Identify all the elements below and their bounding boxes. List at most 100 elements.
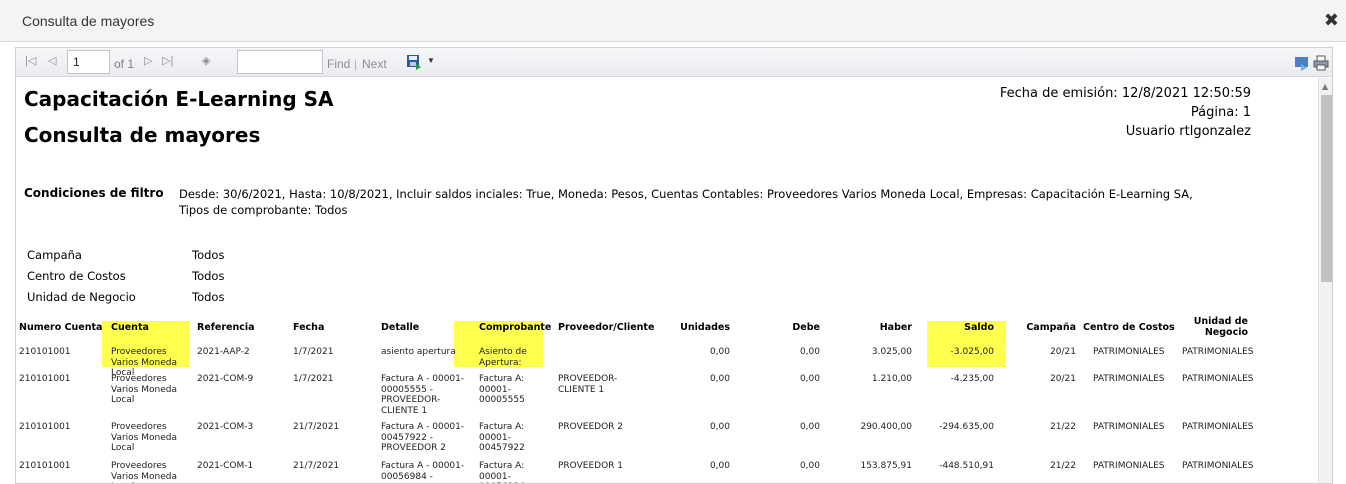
cell-proveedor: PROVEEDOR 1 <box>558 461 623 471</box>
dialog-title: Consulta de mayores <box>22 13 155 29</box>
report-toolbar: |◁ ◁ of 1 ▷ ▷| ◈ Find | Next ▼ <box>16 48 1332 77</box>
header-unidad-negocio: Unidad de Negocio <box>1193 316 1248 338</box>
cell-saldo: -3.025,00 <box>950 347 994 357</box>
print-icon[interactable] <box>1313 55 1329 71</box>
cell-unidad-negocio: PATRIMONIALES <box>1182 422 1254 432</box>
cell-fecha: 1/7/2021 <box>293 347 334 357</box>
page-number-input[interactable] <box>67 50 110 74</box>
cell-unidad-negocio: PATRIMONIALES <box>1182 461 1254 471</box>
dimension-label: Centro de Costos <box>27 269 126 283</box>
cell-unidades: 0,00 <box>709 422 730 432</box>
header-numero-cuenta: Numero Cuenta <box>19 322 103 333</box>
cell-haber: 153.875,91 <box>860 461 912 471</box>
header-debe: Debe <box>792 322 820 333</box>
next-page-icon[interactable]: ▷ <box>144 55 152 67</box>
cell-referencia: 2021-AAP-2 <box>197 347 250 357</box>
filter-label: Condiciones de filtro <box>24 186 164 200</box>
cell-cuenta: Proveedores Varios Moneda Local <box>111 461 177 483</box>
export-dropdown-icon[interactable]: ▼ <box>427 56 435 65</box>
cell-haber: 3.025,00 <box>871 347 912 357</box>
find-link[interactable]: Find <box>327 57 350 71</box>
export-save-icon[interactable] <box>406 54 422 70</box>
header-campana: Campaña <box>1026 322 1076 333</box>
cell-comprobante: Factura A: 00001-00005555 <box>479 374 525 405</box>
cell-debe: 0,00 <box>799 461 820 471</box>
cell-numero-cuenta: 210101001 <box>19 461 71 471</box>
cell-cuenta: Proveedores Varios Moneda Local <box>111 374 177 405</box>
cell-haber: 290.400,00 <box>860 422 912 432</box>
cell-numero-cuenta: 210101001 <box>19 347 71 357</box>
cell-referencia: 2021-COM-3 <box>197 422 254 432</box>
cell-numero-cuenta: 210101001 <box>19 374 71 384</box>
cell-proveedor: PROVEEDOR 2 <box>558 422 623 432</box>
cell-saldo: -294.635,00 <box>939 422 994 432</box>
cell-detalle: Factura A - 00001-00005555 - PROVEEDOR-C… <box>381 374 465 416</box>
header-referencia: Referencia <box>197 322 255 333</box>
cell-saldo: -4.235,00 <box>950 374 994 384</box>
cell-proveedor: PROVEEDOR-CLIENTE 1 <box>558 374 618 395</box>
emission-date: Fecha de emisión: 12/8/2021 12:50:59 <box>999 86 1251 101</box>
dimension-value: Todos <box>192 269 225 283</box>
cell-debe: 0,00 <box>799 347 820 357</box>
cell-fecha: 21/7/2021 <box>293 422 340 432</box>
cell-campana: 20/21 <box>1050 374 1076 384</box>
header-unidades: Unidades <box>680 322 730 333</box>
cell-centro-costos: PATRIMONIALES <box>1093 347 1165 357</box>
cell-debe: 0,00 <box>799 422 820 432</box>
vertical-scrollbar[interactable]: ▲ <box>1318 78 1332 483</box>
scroll-up-icon[interactable]: ▲ <box>1322 82 1328 91</box>
cell-unidad-negocio: PATRIMONIALES <box>1182 374 1254 384</box>
report-viewer: |◁ ◁ of 1 ▷ ▷| ◈ Find | Next ▼ Capacitac… <box>15 47 1333 484</box>
dimension-value: Todos <box>192 290 225 304</box>
find-input[interactable] <box>237 50 323 74</box>
cell-detalle: Factura A - 00001-00457922 - PROVEEDOR 2 <box>381 422 465 453</box>
header-centro-costos: Centro de Costos <box>1083 322 1175 333</box>
cell-centro-costos: PATRIMONIALES <box>1093 422 1165 432</box>
previous-page-icon[interactable]: ◁ <box>48 55 56 67</box>
header-detalle: Detalle <box>381 322 420 333</box>
report-meta: Fecha de emisión: 12/8/2021 12:50:59 Pág… <box>1000 84 1251 141</box>
page-number-label: Página: 1 <box>1190 105 1251 120</box>
close-icon[interactable]: ✖ <box>1324 12 1339 30</box>
cell-referencia: 2021-COM-1 <box>197 461 254 471</box>
dimension-label: Unidad de Negocio <box>27 290 136 304</box>
toolbar-separator: | <box>354 57 358 71</box>
last-page-icon[interactable]: ▷| <box>162 55 173 67</box>
filter-text: Desde: 30/6/2021, Hasta: 10/8/2021, Incl… <box>179 187 1193 217</box>
header-comprobante: Comprobante <box>479 322 552 333</box>
cell-campana: 20/21 <box>1050 347 1076 357</box>
cell-referencia: 2021-COM-9 <box>197 374 254 384</box>
user-label: Usuario rtlgonzalez <box>1125 124 1251 139</box>
cell-detalle: Factura A - 00001-00056984 - <box>381 461 465 482</box>
company-name: Capacitación E-Learning SA <box>24 87 334 111</box>
cell-numero-cuenta: 210101001 <box>19 422 71 432</box>
first-page-icon[interactable]: |◁ <box>25 55 36 67</box>
report-title: Consulta de mayores <box>24 123 261 147</box>
cell-campana: 21/22 <box>1050 461 1076 471</box>
header-fecha: Fecha <box>293 322 325 333</box>
cell-comprobante: Factura A: 00001-00056984 <box>479 461 525 483</box>
cell-centro-costos: PATRIMONIALES <box>1093 461 1165 471</box>
cell-unidad-negocio: PATRIMONIALES <box>1182 347 1254 357</box>
report-page: Capacitación E-Learning SA Consulta de m… <box>16 78 1316 483</box>
cell-unidades: 0,00 <box>709 347 730 357</box>
cell-unidades: 0,00 <box>709 374 730 384</box>
cell-fecha: 1/7/2021 <box>293 374 334 384</box>
cell-comprobante: Asiento de Apertura: <box>479 347 527 368</box>
data-feed-icon[interactable] <box>1294 55 1310 71</box>
scrollbar-thumb[interactable] <box>1321 95 1332 282</box>
cell-centro-costos: PATRIMONIALES <box>1093 374 1165 384</box>
find-next-link[interactable]: Next <box>362 57 387 71</box>
cell-haber: 1.210,00 <box>871 374 912 384</box>
dimension-value: Todos <box>192 248 225 262</box>
header-saldo: Saldo <box>964 322 994 333</box>
header-haber: Haber <box>879 322 912 333</box>
cell-debe: 0,00 <box>799 374 820 384</box>
back-to-parent-icon[interactable]: ◈ <box>202 55 210 67</box>
cell-fecha: 21/7/2021 <box>293 461 340 471</box>
cell-cuenta: Proveedores Varios Moneda Local <box>111 422 177 453</box>
cell-campana: 21/22 <box>1050 422 1076 432</box>
page-count-label: of 1 <box>114 57 135 71</box>
cell-unidades: 0,00 <box>709 461 730 471</box>
cell-comprobante: Factura A: 00001-00457922 <box>479 422 525 453</box>
